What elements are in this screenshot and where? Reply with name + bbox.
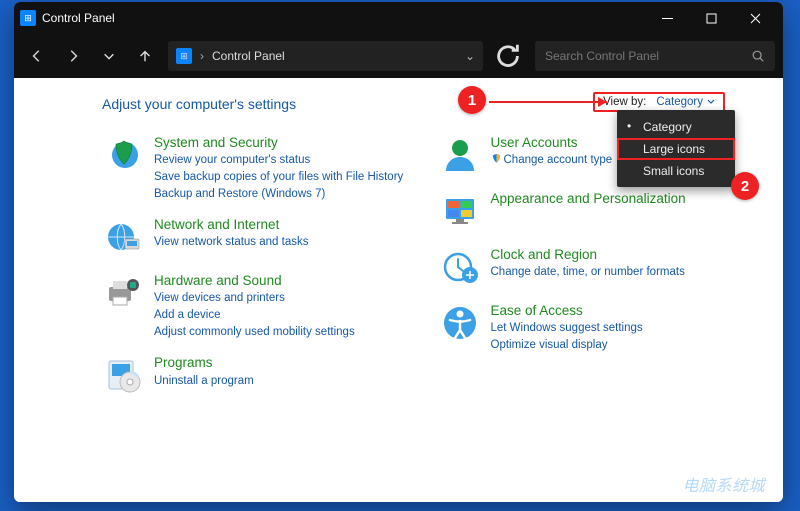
category-link[interactable]: Save backup copies of your files with Fi… [154,169,403,186]
category-link[interactable]: Review your computer's status [154,152,403,169]
titlebar: ⊞ Control Panel [14,2,783,34]
category-link[interactable]: Adjust commonly used mobility settings [154,324,355,341]
annotation-badge-2: 2 [731,172,759,200]
category-desktop: Appearance and Personalization [439,190,748,232]
back-button[interactable] [22,41,52,71]
category-disc: ProgramsUninstall a program [102,354,411,396]
category-title[interactable]: Programs [154,354,254,372]
up-button[interactable] [130,41,160,71]
close-button[interactable] [733,2,777,34]
category-link[interactable]: Change date, time, or number formats [491,264,685,281]
breadcrumb[interactable]: Control Panel [212,49,285,63]
view-by-menu: CategoryLarge iconsSmall icons [617,110,735,187]
category-link[interactable]: View network status and tasks [154,234,308,251]
category-link[interactable]: View devices and printers [154,290,355,307]
printer-icon [102,272,144,314]
category-title[interactable]: System and Security [154,134,403,152]
category-link[interactable]: Change account type [491,152,613,169]
category-link[interactable]: Uninstall a program [154,373,254,390]
recent-button[interactable] [94,41,124,71]
address-icon: ⊞ [176,48,192,64]
category-link[interactable]: Let Windows suggest settings [491,320,643,337]
search-icon [751,49,765,63]
category-shield: System and SecurityReview your computer'… [102,134,411,202]
view-by-value: Category [656,96,715,108]
control-panel-window: ⊞ Control Panel ⊞ › Control Panel ⌄ Sear… [14,2,783,502]
category-link[interactable]: Add a device [154,307,355,324]
category-title[interactable]: User Accounts [491,134,613,152]
category-access: Ease of AccessLet Windows suggest settin… [439,302,748,354]
maximize-button[interactable] [689,2,733,34]
forward-button[interactable] [58,41,88,71]
shield-icon [102,134,144,176]
search-placeholder: Search Control Panel [545,49,659,63]
category-clock: Clock and RegionChange date, time, or nu… [439,246,748,288]
category-title[interactable]: Ease of Access [491,302,643,320]
view-by-option[interactable]: Small icons [617,160,735,182]
view-by-option[interactable]: Large icons [617,138,735,160]
address-bar[interactable]: ⊞ › Control Panel ⌄ [168,41,483,71]
category-link[interactable]: Optimize visual display [491,337,643,354]
access-icon [439,302,481,344]
disc-icon [102,354,144,396]
category-link[interactable]: Backup and Restore (Windows 7) [154,186,403,203]
desktop-icon [439,190,481,232]
annotation-arrow [469,93,619,116]
user-icon [439,134,481,176]
category-globe: Network and InternetView network status … [102,216,411,258]
category-title[interactable]: Appearance and Personalization [491,190,686,208]
chevron-down-icon[interactable]: ⌄ [465,49,475,63]
category-title[interactable]: Hardware and Sound [154,272,355,290]
category-printer: Hardware and SoundView devices and print… [102,272,411,340]
annotation-badge-1: 1 [458,86,486,114]
chevron-right-icon: › [200,49,204,63]
search-box[interactable]: Search Control Panel [535,41,775,71]
window-title: Control Panel [42,11,115,25]
category-title[interactable]: Network and Internet [154,216,308,234]
app-icon: ⊞ [20,10,36,26]
globe-icon [102,216,144,258]
view-by-option[interactable]: Category [617,116,735,138]
category-title[interactable]: Clock and Region [491,246,685,264]
refresh-button[interactable] [493,41,523,71]
toolbar: ⊞ › Control Panel ⌄ Search Control Panel [14,34,783,78]
clock-icon [439,246,481,288]
minimize-button[interactable] [645,2,689,34]
